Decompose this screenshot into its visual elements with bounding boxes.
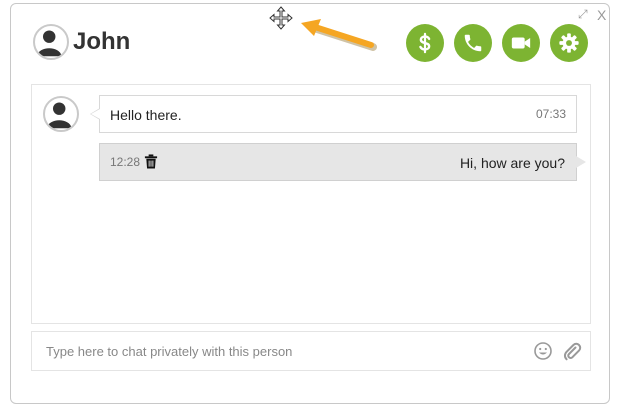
- chat-input[interactable]: [32, 332, 550, 370]
- user-silhouette-icon: [36, 30, 62, 57]
- close-icon[interactable]: X: [597, 7, 606, 23]
- expand-icon[interactable]: ⤢: [578, 7, 588, 22]
- settings-button[interactable]: [550, 24, 588, 62]
- message-time: 07:33: [535, 107, 566, 121]
- move-icon[interactable]: [269, 6, 293, 30]
- chat-window: John ⤢ X Hello there. 07:33 12:28 Hi, ho…: [10, 3, 610, 404]
- video-call-button[interactable]: [502, 24, 540, 62]
- annotation-arrow: [301, 19, 377, 51]
- message-composer: [31, 331, 591, 371]
- paperclip-icon[interactable]: [562, 341, 582, 361]
- message-list[interactable]: Hello there. 07:33 12:28 Hi, how are you…: [31, 84, 591, 324]
- gear-icon: [559, 33, 579, 53]
- video-camera-icon: [511, 37, 531, 49]
- contact-avatar: [33, 24, 69, 60]
- emoji-icon[interactable]: [534, 342, 552, 360]
- outgoing-message: 12:28 Hi, how are you?: [99, 143, 586, 181]
- message-text: Hi, how are you?: [459, 155, 565, 171]
- message-avatar: [43, 96, 79, 132]
- payment-button[interactable]: [406, 24, 444, 62]
- voice-call-button[interactable]: [454, 24, 492, 62]
- incoming-message: Hello there. 07:33: [90, 95, 577, 133]
- message-time: 12:28: [110, 155, 141, 169]
- trash-icon[interactable]: [144, 154, 158, 169]
- message-text: Hello there.: [110, 107, 182, 123]
- user-silhouette-icon: [46, 102, 72, 129]
- contact-name: John: [73, 28, 131, 55]
- phone-icon: [464, 34, 482, 52]
- dollar-icon: [419, 32, 431, 54]
